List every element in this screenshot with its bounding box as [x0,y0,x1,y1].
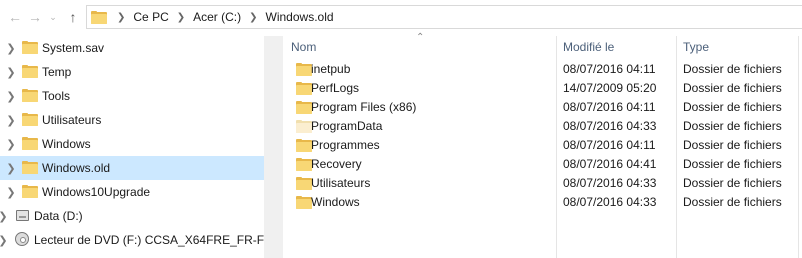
file-name: Utilisateurs [311,176,371,190]
breadcrumb: ❯ Ce PC ❯ Acer (C:) ❯ Windows.old [91,6,338,28]
table-row[interactable]: Programmes 08/07/2016 04:11 Dossier de f… [266,136,802,155]
file-name: PerfLogs [311,81,360,95]
file-type: Dossier de fichiers [683,195,782,209]
folder-icon [22,89,38,102]
recent-locations-chevron-icon[interactable]: ⌄ [44,8,62,26]
dvd-drive-icon [15,232,29,246]
chevron-right-icon[interactable]: ❯ [0,234,8,247]
folder-icon [296,158,312,171]
file-type: Dossier de fichiers [683,138,782,152]
column-header-modified[interactable]: Modifié le [538,36,658,58]
file-modified: 14/07/2009 05:20 [563,81,657,95]
chevron-right-icon[interactable]: ❯ [245,12,261,23]
table-row[interactable]: Windows 08/07/2016 04:33 Dossier de fich… [266,193,802,212]
tree-item-label: Tools [42,89,71,103]
tree-item-data-drive[interactable]: ❯ Data (D:) [0,204,264,228]
folder-icon [22,41,38,54]
file-name: Windows [311,195,360,209]
file-type: Dossier de fichiers [683,100,782,114]
back-arrow-icon[interactable]: ← [6,8,24,26]
file-name: inetpub [311,62,351,76]
chevron-right-icon[interactable]: ❯ [6,90,16,103]
file-list-pane: ⌃ Nom Modifié le Type inetpub 08/07/2016… [266,32,802,258]
table-row[interactable]: PerfLogs 14/07/2009 05:20 Dossier de fic… [266,79,802,98]
up-arrow-icon[interactable]: ↑ [64,8,82,26]
chevron-right-icon[interactable]: ❯ [113,12,129,23]
file-name: Recovery [311,157,362,171]
chevron-right-icon[interactable]: ❯ [6,42,16,55]
file-modified: 08/07/2016 04:41 [563,157,657,171]
chevron-right-icon[interactable]: ❯ [6,66,16,79]
tree-item-label: Utilisateurs [42,113,102,127]
file-modified: 08/07/2016 04:11 [563,62,656,76]
tree-item-utilisateurs[interactable]: ❯ Utilisateurs [0,108,264,132]
tree-item-system-sav[interactable]: ❯ System.sav [0,36,264,60]
table-row[interactable]: Recovery 08/07/2016 04:41 Dossier de fic… [266,155,802,174]
chevron-right-icon[interactable]: ❯ [0,210,8,223]
file-name: Program Files (x86) [311,100,417,114]
file-type: Dossier de fichiers [683,119,782,133]
tree-item-label: Temp [42,65,72,79]
table-row[interactable]: Program Files (x86) 08/07/2016 04:11 Dos… [266,98,802,117]
breadcrumb-item[interactable]: Windows.old [262,10,338,24]
forward-arrow-icon[interactable]: → [26,8,44,26]
tree-item-windows-old[interactable]: ❯ Windows.old [0,156,264,180]
folder-icon [296,177,312,190]
file-name: ProgramData [311,119,383,133]
address-bar[interactable]: ❯ Ce PC ❯ Acer (C:) ❯ Windows.old [86,5,802,29]
chevron-right-icon[interactable]: ❯ [6,162,16,175]
tree-item-tools[interactable]: ❯ Tools [0,84,264,108]
tree-item-windows10upgrade[interactable]: ❯ Windows10Upgrade [0,180,264,204]
tree-item-label: Data (D:) [34,209,83,223]
folder-icon [91,10,107,24]
breadcrumb-item[interactable]: Acer (C:) [189,10,245,24]
folder-icon [22,137,38,150]
file-type: Dossier de fichiers [683,176,782,190]
folder-icon [296,139,312,152]
chevron-right-icon[interactable]: ❯ [6,186,16,199]
file-modified: 08/07/2016 04:11 [563,138,656,152]
navigation-pane: ❯ System.sav ❯ Temp ❯ Tools ❯ Utilisateu… [0,36,264,258]
tree-item-label: System.sav [42,41,105,55]
chevron-right-icon[interactable]: ❯ [173,12,189,23]
tree-item-label: Windows [42,137,91,151]
hidden-folder-icon [296,120,312,133]
file-type: Dossier de fichiers [683,81,782,95]
hard-drive-icon [16,210,29,221]
tree-item-label: Windows10Upgrade [42,185,151,199]
tree-item-temp[interactable]: ❯ Temp [0,60,264,84]
table-row[interactable]: inetpub 08/07/2016 04:11 Dossier de fich… [266,60,802,79]
folder-icon [22,185,38,198]
table-row[interactable]: ProgramData 08/07/2016 04:33 Dossier de … [266,117,802,136]
folder-icon [22,65,38,78]
folder-icon [296,82,312,95]
file-modified: 08/07/2016 04:33 [563,119,657,133]
folder-icon [296,101,312,114]
file-modified: 08/07/2016 04:33 [563,176,657,190]
file-modified: 08/07/2016 04:11 [563,100,656,114]
file-name: Programmes [311,138,380,152]
folder-icon [22,113,38,126]
navigation-bar: ← → ⌄ ↑ ❯ Ce PC ❯ Acer (C:) ❯ Windows.ol… [0,0,802,36]
tree-item-label: Windows.old [42,161,111,175]
tree-item-label: Lecteur de DVD (F:) CCSA_X64FRE_FR-FR_DV [34,233,264,247]
chevron-right-icon[interactable]: ❯ [6,138,16,151]
file-type: Dossier de fichiers [683,157,782,171]
file-modified: 08/07/2016 04:33 [563,195,657,209]
folder-icon [296,63,312,76]
tree-item-windows[interactable]: ❯ Windows [0,132,264,156]
table-row[interactable]: Utilisateurs 08/07/2016 04:33 Dossier de… [266,174,802,193]
folder-icon [296,196,312,209]
tree-item-dvd-drive[interactable]: ❯ Lecteur de DVD (F:) CCSA_X64FRE_FR-FR_… [0,228,264,252]
folder-icon [22,161,38,174]
column-header-name[interactable]: Nom [266,36,556,58]
file-type: Dossier de fichiers [683,62,782,76]
chevron-right-icon[interactable]: ❯ [6,114,16,127]
breadcrumb-item[interactable]: Ce PC [129,10,172,24]
column-header-type[interactable]: Type [658,36,778,58]
